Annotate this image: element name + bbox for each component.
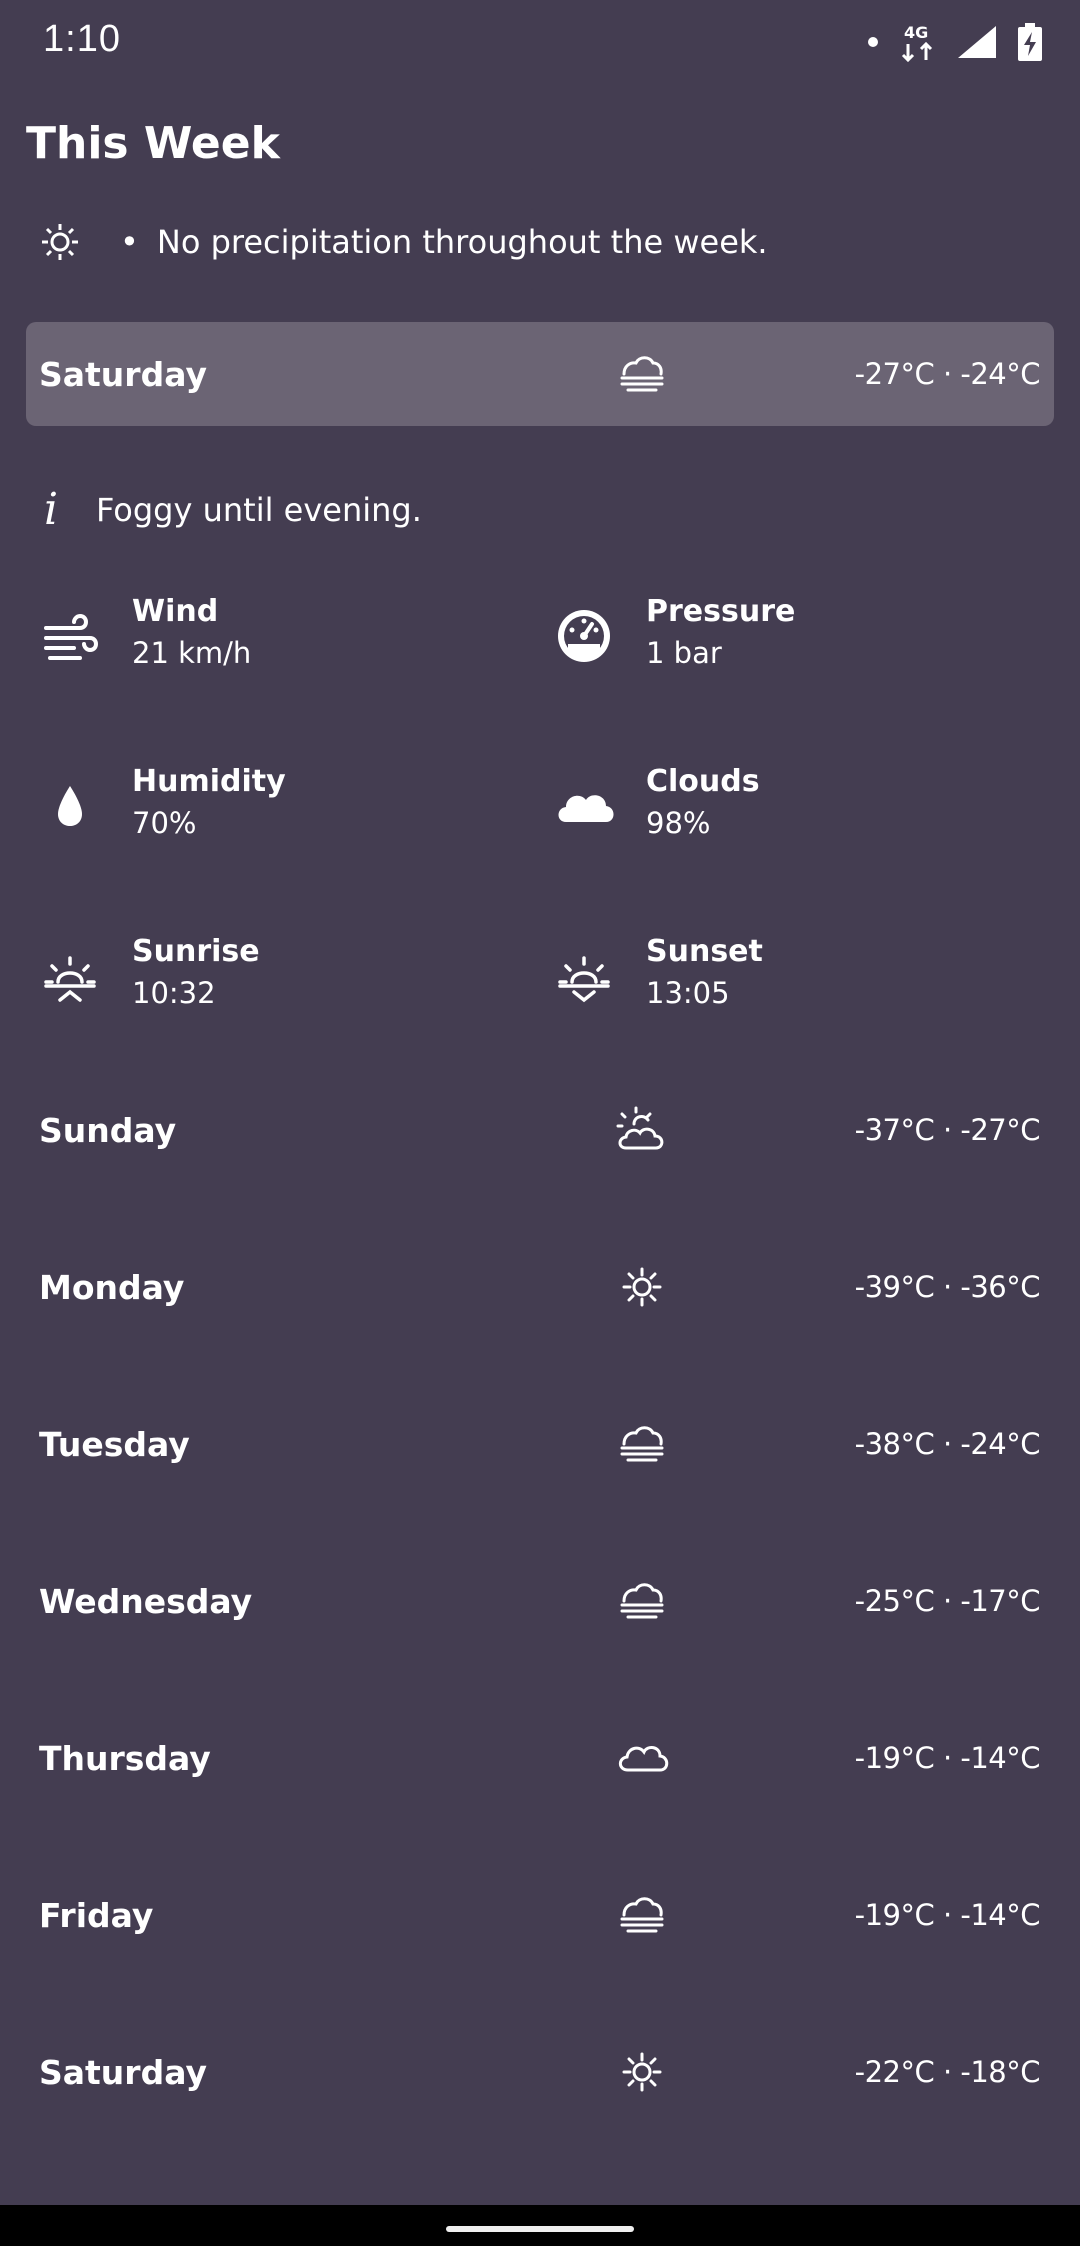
fog-icon <box>620 356 664 392</box>
day-row-selected[interactable]: Saturday -27°C · -24°C <box>26 322 1054 426</box>
day-row[interactable]: Friday -19°C · -14°C <box>26 1863 1054 1967</box>
notification-dot-icon <box>868 37 878 47</box>
detail-humidity: Humidity 70% <box>40 758 500 858</box>
summary-text: No precipitation throughout the week. <box>156 223 768 261</box>
day-name: Friday <box>39 1895 154 1935</box>
navigation-bar <box>0 2205 1080 2246</box>
status-time: 1:10 <box>43 18 121 60</box>
day-temp: -19°C · -14°C <box>854 1898 1041 1932</box>
detail-label: Sunset <box>646 934 763 969</box>
cloud-filled-icon <box>558 795 614 822</box>
partly-cloudy-icon <box>616 1106 664 1150</box>
day-name: Saturday <box>39 2052 207 2092</box>
detail-clouds: Clouds 98% <box>554 758 1014 858</box>
fog-icon <box>620 1583 664 1619</box>
day-temp: -39°C · -36°C <box>854 1270 1041 1304</box>
sunrise-icon <box>44 956 96 1002</box>
day-name: Tuesday <box>39 1424 190 1464</box>
day-name: Thursday <box>39 1738 211 1778</box>
day-temp: -22°C · -18°C <box>854 2055 1041 2089</box>
detail-sunrise: Sunrise 10:32 <box>40 928 500 1028</box>
signal-icon <box>958 26 996 58</box>
day-name: Monday <box>39 1267 185 1307</box>
page-title: This Week <box>26 118 280 169</box>
wind-icon <box>44 613 98 660</box>
detail-value: 98% <box>646 806 711 840</box>
detail-value: 13:05 <box>646 976 730 1010</box>
day-row[interactable]: Monday -39°C · -36°C <box>26 1235 1054 1339</box>
sun-icon <box>622 2052 662 2092</box>
day-temp: -27°C · -24°C <box>854 357 1041 391</box>
detail-label: Humidity <box>132 764 286 799</box>
sun-icon <box>42 224 78 260</box>
detail-label: Pressure <box>646 594 796 629</box>
day-name: Saturday <box>39 354 207 394</box>
fog-icon <box>620 1426 664 1462</box>
day-temp: -19°C · -14°C <box>854 1741 1041 1775</box>
detail-value: 10:32 <box>132 976 216 1010</box>
home-gesture-handle[interactable] <box>446 2226 634 2232</box>
day-temp: -38°C · -24°C <box>854 1427 1041 1461</box>
summary-bullet: • <box>120 223 139 261</box>
detail-pressure: Pressure 1 bar <box>554 588 1014 688</box>
day-row[interactable]: Wednesday -25°C · -17°C <box>26 1549 1054 1653</box>
day-row[interactable]: Thursday -19°C · -14°C <box>26 1706 1054 1810</box>
day-row[interactable]: Saturday -22°C · -18°C <box>26 2020 1054 2124</box>
day-temp: -25°C · -17°C <box>854 1584 1041 1618</box>
water-drop-icon <box>58 786 82 826</box>
detail-wind: Wind 21 km/h <box>40 588 500 688</box>
info-icon: i <box>44 484 59 535</box>
status-bar: 1:10 4G <box>0 0 1080 90</box>
detail-value: 21 km/h <box>132 636 252 670</box>
battery-charging-icon <box>1018 23 1042 61</box>
day-row[interactable]: Sunday -37°C · -27°C <box>26 1078 1054 1182</box>
sun-icon <box>622 1267 662 1307</box>
gauge-icon <box>558 610 610 662</box>
detail-label: Sunrise <box>132 934 260 969</box>
day-name: Wednesday <box>39 1581 253 1621</box>
status-icons: 4G <box>868 22 1042 62</box>
network-4g-icon: 4G <box>901 23 933 62</box>
detail-sunset: Sunset 13:05 <box>554 928 1014 1028</box>
day-row[interactable]: Tuesday -38°C · -24°C <box>26 1392 1054 1496</box>
detail-label: Clouds <box>646 764 760 799</box>
sunset-icon <box>558 956 610 1003</box>
day-temp: -37°C · -27°C <box>854 1113 1041 1147</box>
day-name: Sunday <box>39 1110 177 1150</box>
detail-value: 1 bar <box>646 636 722 670</box>
weekly-summary: • No precipitation throughout the week. <box>40 222 768 262</box>
day-note: i Foggy until evening. <box>44 484 422 535</box>
cloud-icon <box>618 1746 669 1772</box>
svg-text:4G: 4G <box>904 23 928 42</box>
day-note-text: Foggy until evening. <box>96 490 422 529</box>
detail-value: 70% <box>132 806 197 840</box>
fog-icon <box>620 1897 664 1933</box>
detail-label: Wind <box>132 594 219 629</box>
